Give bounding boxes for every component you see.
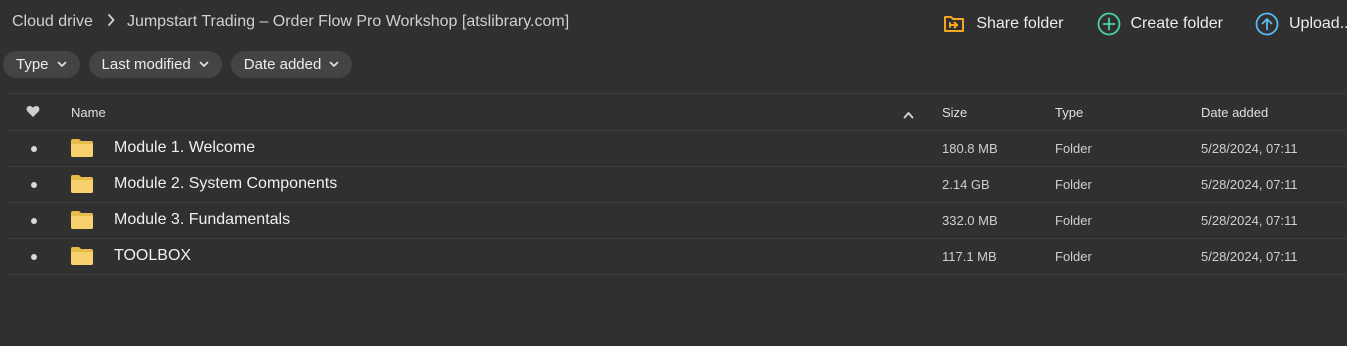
table-row[interactable]: Module 3. Fundamentals 332.0 MB Folder 5… xyxy=(8,203,1347,239)
file-type: Folder xyxy=(1055,249,1092,264)
folder-icon xyxy=(71,175,93,193)
file-table: Name Size Type Date added Module 1. Welc… xyxy=(8,93,1347,275)
file-type: Folder xyxy=(1055,213,1092,228)
chevron-right-icon xyxy=(107,13,115,29)
file-date-added: 5/28/2024, 07:11 xyxy=(1201,249,1298,264)
create-folder-button[interactable]: Create folder xyxy=(1097,12,1224,36)
plus-circle-icon xyxy=(1097,12,1121,36)
filter-bar: Type Last modified Date added xyxy=(3,51,361,78)
breadcrumb-current[interactable]: Jumpstart Trading – Order Flow Pro Works… xyxy=(127,13,569,31)
file-date-added: 5/28/2024, 07:11 xyxy=(1201,177,1298,192)
column-header-type[interactable]: Type xyxy=(1055,105,1083,120)
file-size: 2.14 GB xyxy=(942,177,990,192)
favourite-dot[interactable] xyxy=(31,146,37,152)
file-type: Folder xyxy=(1055,141,1092,156)
file-name[interactable]: Module 1. Welcome xyxy=(114,139,255,157)
favourite-dot[interactable] xyxy=(31,182,37,188)
upload-label: Upload... xyxy=(1289,15,1347,32)
file-date-added: 5/28/2024, 07:11 xyxy=(1201,213,1298,228)
chevron-down-icon xyxy=(199,61,209,68)
table-header: Name Size Type Date added xyxy=(8,93,1347,131)
chevron-down-icon xyxy=(57,61,67,68)
file-name[interactable]: TOOLBOX xyxy=(114,247,191,265)
file-name[interactable]: Module 2. System Components xyxy=(114,175,337,193)
create-folder-label: Create folder xyxy=(1130,15,1224,32)
table-row[interactable]: Module 2. System Components 2.14 GB Fold… xyxy=(8,167,1347,203)
column-header-date-added[interactable]: Date added xyxy=(1201,105,1268,120)
heart-icon[interactable] xyxy=(26,105,40,121)
file-size: 332.0 MB xyxy=(942,213,998,228)
column-header-name[interactable]: Name xyxy=(71,105,106,120)
filter-type-label: Type xyxy=(16,56,49,73)
folder-icon xyxy=(71,139,93,157)
breadcrumb-root[interactable]: Cloud drive xyxy=(12,13,93,31)
file-name[interactable]: Module 3. Fundamentals xyxy=(114,211,290,229)
filter-last-modified-label: Last modified xyxy=(101,56,191,73)
file-date-added: 5/28/2024, 07:11 xyxy=(1201,141,1298,156)
filter-last-modified[interactable]: Last modified xyxy=(88,51,222,78)
breadcrumb: Cloud drive Jumpstart Trading – Order Fl… xyxy=(12,13,569,31)
favourite-dot[interactable] xyxy=(31,218,37,224)
filter-date-added[interactable]: Date added xyxy=(230,51,353,78)
filter-type[interactable]: Type xyxy=(3,51,80,78)
filter-date-added-label: Date added xyxy=(243,56,322,73)
toolbar-actions: Share folder Create folder Upload... xyxy=(942,10,1347,38)
file-size: 180.8 MB xyxy=(942,141,998,156)
share-folder-icon xyxy=(942,12,966,36)
folder-icon xyxy=(71,211,93,229)
upload-arrow-icon xyxy=(1255,12,1279,36)
top-bar: Cloud drive Jumpstart Trading – Order Fl… xyxy=(0,0,1347,46)
folder-icon xyxy=(71,247,93,265)
chevron-up-icon[interactable] xyxy=(903,107,914,122)
table-row[interactable]: TOOLBOX 117.1 MB Folder 5/28/2024, 07:11 xyxy=(8,239,1347,275)
favourite-dot[interactable] xyxy=(31,254,37,260)
file-type: Folder xyxy=(1055,177,1092,192)
column-header-size[interactable]: Size xyxy=(942,105,967,120)
table-row[interactable]: Module 1. Welcome 180.8 MB Folder 5/28/2… xyxy=(8,131,1347,167)
file-size: 117.1 MB xyxy=(942,249,997,264)
share-folder-label: Share folder xyxy=(976,15,1064,32)
share-folder-button[interactable]: Share folder xyxy=(942,12,1064,36)
upload-button[interactable]: Upload... xyxy=(1255,12,1347,36)
chevron-down-icon xyxy=(329,61,339,68)
